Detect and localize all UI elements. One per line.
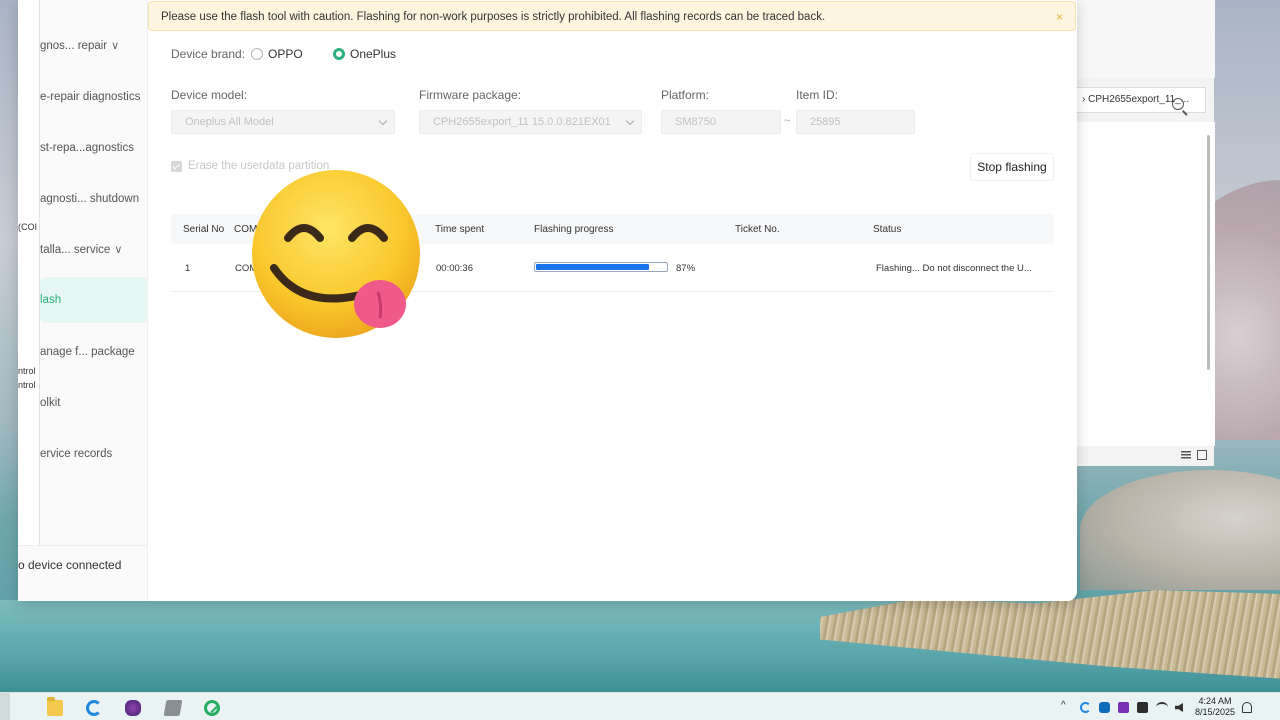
warning-banner: Please use the flash tool with caution. … [148,1,1076,31]
sidebar-item-label: st-repa...agnostics [40,142,134,154]
close-icon[interactable]: × [1056,2,1063,32]
brand-option-label[interactable]: OnePlus [350,47,396,61]
background-window-view-toggles[interactable] [1176,448,1212,462]
brand-radio-oneplus[interactable] [333,48,345,60]
device-brand-label: Device brand: [171,47,246,61]
cell-time-spent: 00:00:36 [436,263,473,274]
notification-bell-icon[interactable] [1242,702,1252,713]
chevron-down-icon [378,116,388,126]
sidebar-item-label: e-repair diagnostics [40,91,141,103]
sidebar-item-pre-repair-diagnostics[interactable]: e-repair diagnostics [40,85,148,109]
flashing-progress-bar [534,262,668,272]
tiles-view-icon[interactable] [1197,450,1207,460]
column-header-flashing-progress: Flashing progress [534,224,614,235]
sidebar-item-service-records[interactable]: ervice records [40,442,148,466]
sidebar-item-label: agnosti... shutdown [40,193,140,205]
column-header-ticket: Ticket No. [735,224,780,235]
chevron-down-icon [625,116,635,126]
stop-flashing-button[interactable]: Stop flashing [970,153,1054,181]
face-savoring-food-emoji-icon [252,170,420,338]
sidebar-item-installation-service[interactable]: talla... service ∨ [40,238,148,262]
device-model-value: Oneplus All Model [185,116,274,128]
column-header-serial: Serial No [183,224,225,235]
sidebar-item-label: talla... service [40,244,111,256]
item-id-label: Item ID: [796,88,839,102]
sidebar-item-post-repair-diagnostics[interactable]: st-repa...agnostics [40,136,148,160]
sync-app-icon[interactable] [86,700,102,716]
column-header-status: Status [873,224,902,235]
device-connection-status: o device connected [18,558,122,572]
background-window-scrollbar[interactable] [1207,135,1210,370]
range-separator: ~ [784,115,791,127]
cell-status: Flashing... Do not disconnect the U... [876,263,1032,274]
chevron-down-icon: ∨ [114,244,123,256]
security-tray-icon[interactable] [1099,702,1110,713]
brand-option-label[interactable]: OPPO [268,47,303,61]
firmware-package-label: Firmware package: [419,88,522,102]
printer-app-icon[interactable] [163,700,183,716]
details-view-icon[interactable] [1181,451,1191,459]
sidebar-item-label: anage f... package [40,346,135,358]
device-model-label: Device model: [171,88,248,102]
device-model-select[interactable]: Oneplus All Model [171,110,395,134]
system-clock[interactable]: 4:24 AM 8/15/2025 [1192,696,1238,718]
sidebar-item-label: lash [40,294,62,306]
item-id-value: 25895 [810,116,841,128]
sidebar: gnos... repair ∨ e-repair diagnostics st-… [18,0,148,601]
wifi-icon[interactable] [1156,702,1168,712]
platform-value: SM8750 [675,116,716,128]
left-panel-text: ntrol [18,366,36,376]
sidebar-item-label: gnos... repair [40,40,108,52]
taskbar-edge-icon[interactable] [0,693,10,720]
background-window-search-icon[interactable] [1172,93,1196,110]
sidebar-item-diagnosis-repair[interactable]: gnos... repair ∨ [40,34,148,58]
left-panel-text: (COI [18,222,37,232]
file-explorer-icon[interactable] [47,697,63,716]
item-id-field[interactable]: 25895 [796,110,915,134]
app-tray-icon[interactable] [1137,702,1148,713]
platform-field[interactable]: SM8750 [661,110,781,134]
cell-serial: 1 [185,263,191,274]
sidebar-item-toolkit[interactable]: olkit [40,391,148,415]
sidebar-item-flash[interactable]: lash [40,277,148,323]
sidebar-divider [18,545,148,546]
clock-date: 8/15/2025 [1194,707,1236,717]
progress-percent: 87% [676,263,696,274]
firmware-package-select[interactable]: CPH2655export_11 15.0.0.821EX01 [419,110,642,134]
background-window-content [1075,122,1215,446]
firmware-package-value: CPH2655export_11 15.0.0.821EX01 [433,116,611,128]
erase-userdata-checkbox[interactable] [171,161,182,172]
sidebar-item-label: ervice records [40,448,113,460]
sidebar-item-diagnostic-shutdown[interactable]: agnosti... shutdown [40,187,148,211]
progress-bar-fill [536,264,649,270]
sidebar-item-manage-firmware-package[interactable]: anage f... package [40,340,148,364]
onenote-tray-icon[interactable] [1118,702,1129,713]
column-header-time-spent: Time spent [435,224,485,235]
clock-time: 4:24 AM [1198,696,1232,706]
chevron-down-icon: ∨ [111,40,120,52]
platform-label: Platform: [661,88,710,102]
wallpaper-hill [1080,470,1280,590]
left-panel-text: ntrol [18,380,36,390]
sidebar-left-panel [18,0,40,546]
brand-radio-oppo[interactable] [251,48,263,60]
flash-tool-taskbar-icon[interactable] [204,700,220,716]
show-hidden-icons-chevron-icon[interactable]: ^ [1061,700,1066,716]
purple-app-icon[interactable] [125,700,141,716]
flash-tool-window: gnos... repair ∨ e-repair diagnostics st-… [18,0,1077,601]
sidebar-item-label: olkit [40,397,61,409]
warning-banner-text: Please use the flash tool with caution. … [161,11,826,23]
sync-tray-icon[interactable] [1080,702,1091,713]
